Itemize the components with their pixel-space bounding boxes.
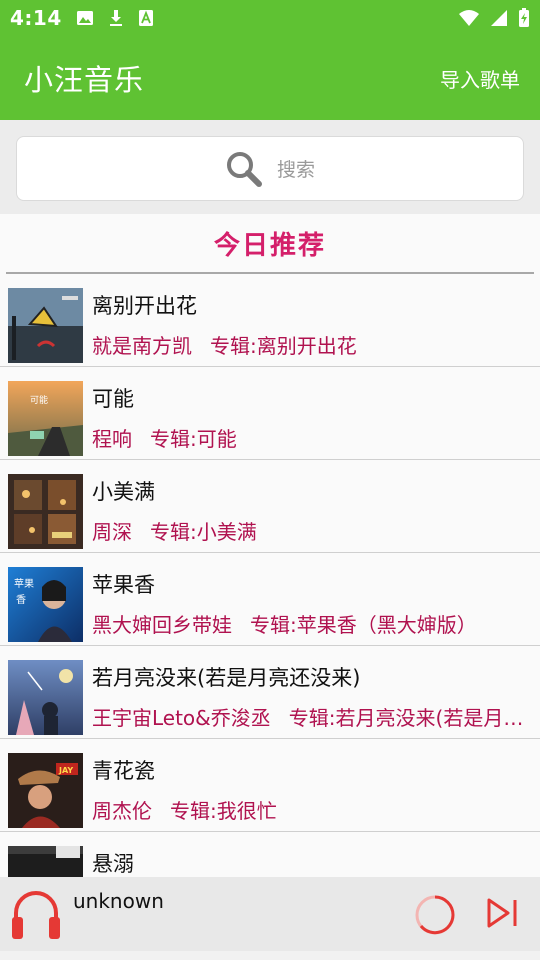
- song-item[interactable]: 悬溺: [0, 832, 540, 877]
- album-cover: [8, 660, 83, 735]
- song-meta: 王宇宙Leto&乔浚丞专辑:若月亮没来(若是月亮还没来): [92, 702, 524, 731]
- song-artist: 程响: [92, 427, 132, 451]
- song-artist: 王宇宙Leto&乔浚丞: [92, 706, 271, 730]
- wifi-icon: [459, 10, 479, 26]
- status-time: 4:14: [10, 6, 62, 30]
- song-album: 专辑:若月亮没来(若是月亮还没来): [288, 706, 524, 730]
- song-album: 专辑:离别开出花: [210, 334, 357, 358]
- recommend-section: 今日推荐 离别开出花 就是南方凯 专辑:离别开出花 可能 可能 程响 专辑:可能…: [0, 214, 540, 877]
- song-artist: 黑大婶回乡带娃: [92, 613, 232, 637]
- album-cover: [8, 288, 83, 363]
- song-item[interactable]: 可能 可能 程响 专辑:可能: [0, 367, 540, 460]
- song-item[interactable]: 小美满 周深 专辑:小美满: [0, 460, 540, 553]
- song-meta: 就是南方凯 专辑:离别开出花: [92, 330, 524, 359]
- song-meta: 程响 专辑:可能: [92, 423, 524, 452]
- search-input[interactable]: 搜索: [16, 136, 524, 201]
- image-icon: [76, 11, 93, 25]
- svg-text:JAY: JAY: [58, 766, 73, 775]
- system-nav-bar: [0, 951, 540, 960]
- search-icon: [226, 151, 262, 187]
- app-bar: 小汪音乐 导入歌单: [0, 36, 540, 120]
- album-cover: JAY: [8, 753, 83, 828]
- song-title: 离别开出花: [92, 294, 197, 318]
- skip-next-icon[interactable]: [486, 897, 520, 933]
- album-cover: 可能: [8, 381, 83, 456]
- song-meta: 黑大婶回乡带娃 专辑:苹果香（黑大婶版）: [92, 609, 524, 638]
- download-icon: [109, 10, 122, 26]
- section-title: 今日推荐: [213, 230, 326, 261]
- signal-icon: [491, 10, 507, 26]
- status-bar: 4:14: [0, 0, 540, 36]
- album-cover: [8, 846, 83, 877]
- headphones-icon: [10, 885, 62, 945]
- song-meta: 周深 专辑:小美满: [92, 516, 524, 545]
- song-album: 专辑:我很忙: [170, 799, 277, 823]
- song-title: 小美满: [92, 480, 155, 504]
- song-item[interactable]: 苹果 香 苹果香 黑大婶回乡带娃 专辑:苹果香（黑大婶版）: [0, 553, 540, 646]
- song-item[interactable]: 离别开出花 就是南方凯 专辑:离别开出花: [0, 274, 540, 367]
- text-a-icon: [138, 10, 153, 26]
- svg-text:可能: 可能: [30, 394, 48, 406]
- search-area: 搜索: [0, 120, 540, 214]
- mini-player[interactable]: unknown: [0, 877, 540, 951]
- app-title: 小汪音乐: [24, 63, 145, 97]
- loading-spinner-icon[interactable]: [413, 893, 457, 941]
- song-artist: 周深: [92, 520, 132, 544]
- song-album: 专辑:苹果香（黑大婶版）: [250, 613, 477, 637]
- song-meta: 周杰伦 专辑:我很忙: [92, 795, 524, 824]
- song-title: 悬溺: [92, 852, 134, 876]
- search-placeholder: 搜索: [276, 159, 315, 181]
- song-album: 专辑:可能: [150, 427, 237, 451]
- album-cover: [8, 474, 83, 549]
- song-album: 专辑:小美满: [150, 520, 257, 544]
- song-item[interactable]: 若月亮没来(若是月亮还没来) 王宇宙Leto&乔浚丞专辑:若月亮没来(若是月亮还…: [0, 646, 540, 739]
- svg-text:苹果: 苹果: [14, 577, 34, 590]
- now-playing-title: unknown: [73, 889, 164, 913]
- svg-text:香: 香: [16, 594, 26, 606]
- song-artist: 就是南方凯: [92, 334, 192, 358]
- album-cover: 苹果 香: [8, 567, 83, 642]
- song-title: 青花瓷: [92, 759, 155, 783]
- song-list: 离别开出花 就是南方凯 专辑:离别开出花 可能 可能 程响 专辑:可能 小美满 …: [0, 274, 540, 877]
- battery-charging-icon: [519, 8, 529, 27]
- song-title: 可能: [92, 387, 134, 411]
- song-item[interactable]: JAY 青花瓷 周杰伦 专辑:我很忙: [0, 739, 540, 832]
- song-artist: 周杰伦: [92, 799, 152, 823]
- song-title: 若月亮没来(若是月亮还没来): [92, 666, 361, 690]
- song-title: 苹果香: [92, 573, 155, 597]
- import-playlist-button[interactable]: 导入歌单: [440, 64, 520, 93]
